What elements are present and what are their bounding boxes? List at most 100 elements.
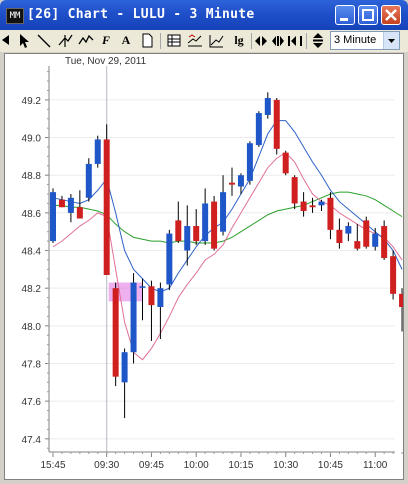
updown-icon bbox=[313, 33, 323, 48]
crosshair-icon bbox=[58, 34, 73, 47]
fibonacci-tool-button[interactable]: F bbox=[98, 31, 114, 50]
zoom-tool-button[interactable] bbox=[287, 31, 303, 50]
bars-icon bbox=[272, 36, 284, 46]
candle-body bbox=[193, 226, 200, 242]
toolbar-separator bbox=[306, 33, 307, 49]
candle-body bbox=[237, 175, 244, 187]
interval-select[interactable]: 3 Minute bbox=[330, 31, 400, 50]
candles-layer bbox=[50, 92, 406, 419]
grid-lines bbox=[49, 99, 395, 440]
arrow-icon bbox=[2, 35, 9, 45]
line-tool-button[interactable] bbox=[35, 31, 53, 50]
candle-body bbox=[211, 201, 218, 249]
updown-tool-button[interactable] bbox=[310, 31, 326, 50]
interval-dropdown-button[interactable] bbox=[383, 32, 399, 49]
candle-body bbox=[103, 139, 110, 276]
x-tick-label: 09:30 bbox=[94, 460, 119, 471]
candle-body bbox=[318, 201, 325, 206]
candle-body bbox=[246, 143, 253, 181]
page-tool-button[interactable] bbox=[139, 31, 155, 50]
candle-body bbox=[50, 192, 56, 242]
minimize-button[interactable] bbox=[335, 5, 355, 25]
line-icon bbox=[37, 34, 51, 48]
y-tick-label: 48.2 bbox=[22, 284, 42, 295]
candle-body bbox=[255, 113, 262, 146]
log-scale-button[interactable]: lg bbox=[230, 31, 248, 50]
candle-body bbox=[184, 226, 191, 251]
indicator-tool-button[interactable] bbox=[186, 31, 204, 50]
pointer-tool-button[interactable] bbox=[14, 31, 32, 50]
close-icon bbox=[385, 9, 397, 21]
candle-body bbox=[363, 220, 370, 247]
candle-body bbox=[121, 352, 128, 383]
bars-tool-button[interactable] bbox=[270, 31, 286, 50]
y-tick-label: 48.4 bbox=[22, 247, 42, 258]
page-icon bbox=[142, 33, 153, 48]
x-axis-ticks: 15:45 09:30 09:45 10:00 10:15 10:30 10:45 11:00 bbox=[40, 452, 403, 471]
y-tick-label: 47.8 bbox=[22, 360, 42, 371]
candle-body bbox=[139, 286, 146, 288]
y-tick-label: 48.0 bbox=[22, 322, 42, 333]
chart-area[interactable]: Tue, Nov 29, 2011 49.2 49.0 48.8 48.6 48.4 48… bbox=[4, 53, 406, 480]
candle-body bbox=[220, 192, 227, 232]
candle-body bbox=[67, 197, 74, 213]
pointer-icon bbox=[20, 34, 29, 48]
candle-body bbox=[157, 288, 164, 308]
maximize-button[interactable] bbox=[358, 5, 378, 25]
y-tick-label: 47.4 bbox=[22, 435, 42, 446]
x-tick-label: 10:00 bbox=[184, 460, 209, 471]
maximize-icon bbox=[362, 9, 374, 21]
x-tick-label: 11:00 bbox=[363, 460, 388, 471]
interval-select-value: 3 Minute bbox=[334, 34, 377, 46]
candle-body bbox=[112, 288, 119, 377]
candle-body bbox=[354, 241, 361, 249]
candle-body bbox=[76, 207, 83, 219]
crosshair-tool-button[interactable] bbox=[56, 31, 74, 50]
y-tick-label: 48.6 bbox=[22, 209, 42, 220]
x-tick-label: 10:45 bbox=[318, 460, 343, 471]
y-tick-label: 47.6 bbox=[22, 397, 42, 408]
zigzag-icon bbox=[78, 34, 94, 45]
candle-body bbox=[291, 177, 298, 204]
candle-body bbox=[273, 99, 280, 149]
table-icon bbox=[167, 34, 181, 47]
close-button[interactable] bbox=[381, 5, 401, 25]
y-axis-ticks: 49.2 49.0 48.8 48.6 48.4 48.2 48.0 47.8 47.6 47.4 bbox=[22, 71, 49, 449]
candle-body bbox=[372, 233, 379, 247]
candle-body bbox=[264, 98, 271, 115]
zoom-arrows-icon bbox=[288, 36, 302, 46]
x-tick-label: 09:45 bbox=[139, 460, 164, 471]
toolbar-separator bbox=[160, 33, 161, 49]
price-chart[interactable]: Tue, Nov 29, 2011 49.2 49.0 48.8 48.6 48.4 48… bbox=[5, 54, 406, 479]
trend-tool-button[interactable] bbox=[207, 31, 225, 50]
candle-body bbox=[390, 256, 397, 294]
y-tick-label: 48.8 bbox=[22, 171, 42, 182]
minimize-icon bbox=[340, 18, 348, 21]
x-tick-label: 10:15 bbox=[228, 460, 253, 471]
scroll-left-button[interactable] bbox=[253, 31, 269, 50]
table-tool-button[interactable] bbox=[165, 31, 183, 50]
candle-body bbox=[148, 286, 155, 306]
arrow-tool-button[interactable] bbox=[0, 31, 12, 50]
indicator-icon bbox=[187, 34, 202, 47]
chevron-down-icon bbox=[388, 39, 395, 43]
candle-body bbox=[175, 220, 182, 242]
candle-body bbox=[300, 201, 307, 211]
candle-body bbox=[166, 233, 173, 285]
scroll-arrows-icon bbox=[255, 36, 267, 46]
x-tick-label: 10:30 bbox=[273, 460, 298, 471]
candle-body bbox=[309, 205, 316, 208]
trend-icon bbox=[209, 35, 224, 48]
x-tick-label: 15:45 bbox=[40, 460, 65, 471]
candle-body bbox=[58, 199, 65, 208]
candle-body bbox=[381, 226, 388, 259]
candle-body bbox=[130, 282, 137, 353]
candle-body bbox=[336, 229, 343, 243]
zigzag-tool-button[interactable] bbox=[77, 31, 95, 50]
window-title: [26] Chart - LULU - 3 Minute bbox=[27, 7, 255, 22]
y-tick-label: 49.2 bbox=[22, 96, 42, 107]
y-tick-label: 49.0 bbox=[22, 134, 42, 145]
text-tool-button[interactable]: A bbox=[118, 31, 134, 50]
toolbar-separator bbox=[251, 33, 252, 49]
app-icon: MM bbox=[6, 8, 24, 24]
